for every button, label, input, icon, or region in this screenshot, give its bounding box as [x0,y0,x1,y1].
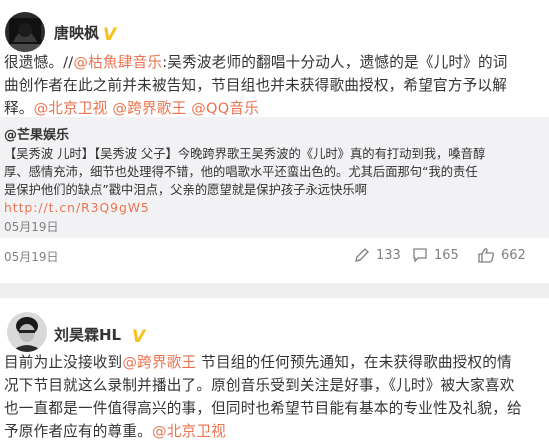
text-segment: 目前为止没接收到 [4,354,123,371]
text-segment: 予原作者应有的尊重。 [4,423,152,440]
svg-text:V: V [132,327,147,344]
mention-link[interactable]: @跨界歌王 [112,100,186,117]
mention-link[interactable]: @枯魚肆音乐 [73,54,162,71]
mention-link[interactable]: @北京卫视 [34,100,108,117]
mention-link[interactable]: @北京卫视 [152,423,226,440]
text-line: 也一直都是一件值得高兴的事，但同时也希望节目能有基本的专业性及礼貌，给 [4,397,546,420]
text-line: 很遗憾。//@枯魚肆音乐:吴秀波老师的翻唱十分动人，遗憾的是《儿时》的词 [4,51,546,74]
avatar-liu-haolin[interactable] [7,312,47,352]
post-date[interactable]: 05月19日 [4,248,59,265]
post-text: 很遗憾。//@枯魚肆音乐:吴秀波老师的翻唱十分动人，遗憾的是《儿时》的词曲创作者… [4,51,546,120]
text-segment: 很遗憾。// [4,54,74,71]
feed-separator [0,283,549,298]
like-button[interactable]: 662 [478,245,526,265]
text-line: 曲创作者在此之前并未被告知，节目组也并未获得歌曲授权，希望官方予以解 [4,74,546,97]
verified-v-icon: V [132,327,147,344]
comment-icon [413,248,427,263]
thumbs-up-icon [478,248,494,263]
text-line: 予原作者应有的尊重。@北京卫视 [4,420,546,443]
comment-button[interactable]: 165 [412,245,459,265]
share-count: 133 [376,247,401,263]
verified-v-icon: V [103,25,118,42]
text-line: 目前为止没接收到@跨界歌王 节目组的任何预先通知，在未获得歌曲授权的情 [4,351,546,374]
author-name[interactable]: 唐映枫 [54,22,99,43]
weibo-post-1: 唐映枫 V 很遗憾。//@枯魚肆音乐:吴秀波老师的翻唱十分动人，遗憾的是《儿时》… [0,0,549,283]
repost-link[interactable]: http://t.cn/R3Q9gW5 [4,199,542,217]
repost-date[interactable]: 05月19日 [4,218,59,235]
weibo-post-2: 刘昊霖HL V 目前为止没接收到@跨界歌王 节目组的任何预先通知，在未获得歌曲授… [0,298,549,448]
post-text: 目前为止没接收到@跨界歌王 节目组的任何预先通知，在未获得歌曲授权的情况下节目就… [4,351,546,443]
avatar-tang-yingfeng[interactable] [5,12,45,52]
repost-text: 【吴秀波 儿时】【吴秀波 父子】今晚跨界歌王吴秀波的《儿时》真的有打动到我，嗓音… [4,145,542,217]
text-line: 况下节目就这么录制并播出了。原创音乐受到关注是好事，《儿时》被大家喜欢 [4,374,546,397]
text-segment: :吴秀波老师的翻唱十分动人，遗憾的是《儿时》的词 [162,54,508,71]
svg-text:V: V [103,25,118,42]
repost-card[interactable]: @芒果娱乐 【吴秀波 儿时】【吴秀波 父子】今晚跨界歌王吴秀波的《儿时》真的有打… [0,117,549,238]
repost-author[interactable]: @芒果娱乐 [4,124,69,143]
text-segment: 曲创作者在此之前并未被告知，节目组也并未获得歌曲授权，希望官方予以解 [4,77,507,94]
share-icon [355,248,369,262]
mention-link[interactable]: @QQ音乐 [191,100,259,117]
share-button[interactable]: 133 [354,245,401,265]
text-segment: 也一直都是一件值得高兴的事，但同时也希望节目能有基本的专业性及礼貌，给 [4,400,522,417]
text-segment: 况下节目就这么录制并播出了。原创音乐受到关注是好事，《儿时》被大家喜欢 [4,377,515,394]
text-segment: 节目组的任何预先通知，在未获得歌曲授权的情 [196,354,512,371]
like-count: 662 [501,247,526,263]
repost-line: 厚、感情充沛，细节也处理得不错，他的唱歌水平还蛮出色的。尤其后面那句“我的责任 [4,165,478,179]
repost-line: 是保护他们的缺点”戳中泪点，父亲的愿望就是保护孩子永远快乐啊 [4,183,367,197]
mention-link[interactable]: @跨界歌王 [122,354,196,371]
repost-line: 【吴秀波 儿时】【吴秀波 父子】今晚跨界歌王吴秀波的《儿时》真的有打动到我，嗓音… [4,147,486,161]
text-segment: 释。 [4,100,34,117]
comment-count: 165 [434,247,459,263]
author-name[interactable]: 刘昊霖HL [54,324,121,345]
